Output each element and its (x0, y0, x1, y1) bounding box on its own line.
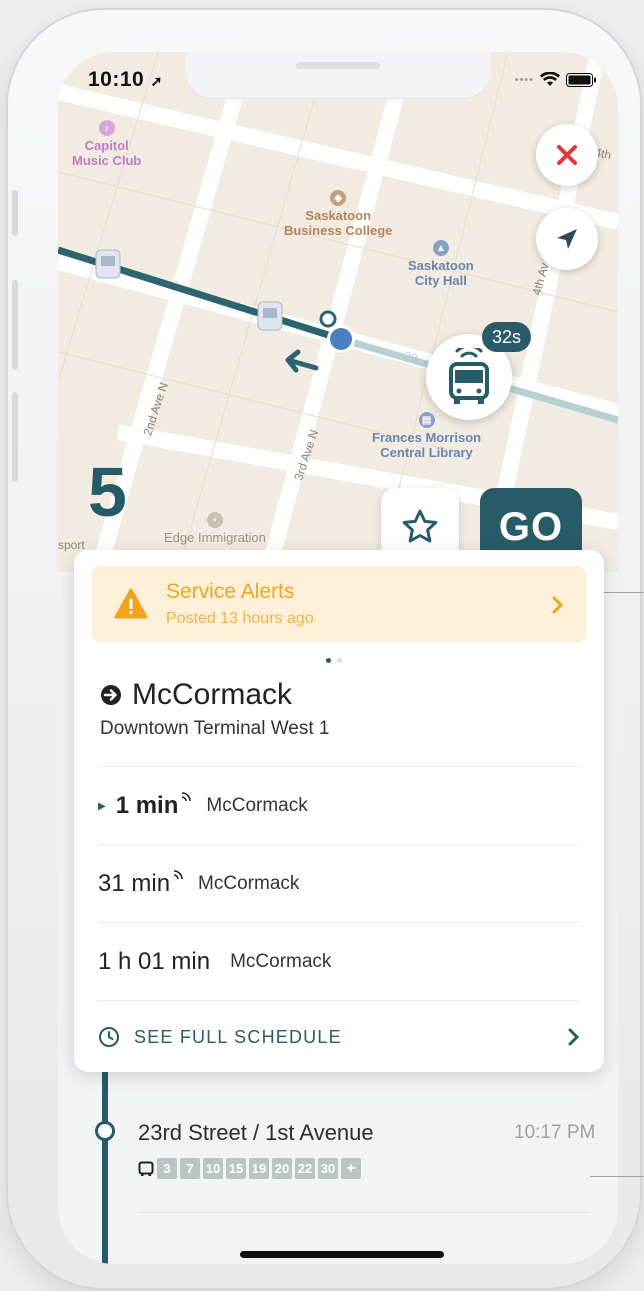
phone-frame: 10:10 ➚ •••• ♪ Capitol Music Club ◆ Sask… (8, 10, 640, 1288)
poi-city-hall[interactable]: ▲ Saskatoon City Hall (408, 240, 474, 288)
route-chip[interactable]: 30 (318, 1158, 338, 1179)
poi-label-partial: sport (58, 538, 85, 552)
mute-switch (12, 190, 18, 236)
route-number: 5 (88, 453, 127, 531)
clock-icon (99, 1027, 119, 1047)
signal-icon: •••• (514, 73, 534, 86)
poi-label: Capitol Music Club (72, 138, 142, 168)
poi-edge-immigration[interactable]: • Edge Immigration (164, 512, 266, 545)
close-icon (557, 145, 577, 165)
alert-timestamp: Posted 13 hours ago (166, 610, 314, 627)
battery-icon (566, 72, 596, 87)
departure-destination: McCormack (206, 795, 308, 816)
map-view[interactable]: ♪ Capitol Music Club ◆ Saskatoon Busines… (58, 52, 618, 572)
see-full-schedule-link[interactable]: SEE FULL SCHEDULE (98, 1000, 580, 1073)
bus-icon (138, 1161, 154, 1176)
status-time-text: 10:10 (88, 68, 145, 91)
location-arrow-icon: ➚ (150, 73, 163, 89)
chevron-right-icon (552, 596, 564, 614)
book-icon: ▤ (418, 412, 435, 428)
volume-up-button (12, 280, 18, 370)
speaker (296, 62, 380, 69)
place-icon: • (206, 512, 223, 528)
wifi-icon (540, 72, 560, 86)
status-icons: •••• (515, 72, 596, 87)
alert-title: Service Alerts (166, 580, 295, 603)
stop-routes: 3 7 10 15 19 20 22 30 + (138, 1158, 361, 1179)
warning-icon (114, 588, 148, 619)
departure-row[interactable]: ▶ 1 min McCormack (98, 766, 580, 845)
service-alerts-banner[interactable]: Service Alerts Posted 13 hours ago (92, 566, 586, 642)
status-time: 10:10 ➚ (88, 68, 163, 92)
notch (186, 52, 490, 98)
close-button[interactable] (536, 124, 598, 186)
volume-down-button (12, 392, 18, 482)
departure-row[interactable]: 31 min McCormack (98, 844, 580, 923)
departure-destination: McCormack (198, 873, 300, 894)
chevron-right-icon (568, 1028, 580, 1046)
route-chip[interactable]: 3 (157, 1158, 177, 1179)
transit-stop-icon (95, 249, 121, 279)
divider (138, 1212, 590, 1213)
city-hall-icon: ▲ (432, 240, 449, 256)
route-chip[interactable]: 15 (226, 1158, 246, 1179)
departure-time: 1 min (115, 792, 179, 819)
poi-business-college[interactable]: ◆ Saskatoon Business College (284, 190, 392, 238)
annotation-line (590, 1176, 644, 1177)
page-dot-active (326, 658, 331, 663)
locate-me-button[interactable] (536, 208, 598, 270)
departure-destination: McCormack (230, 951, 332, 972)
stop-title[interactable]: 23rd Street / 1st Avenue (138, 1120, 374, 1146)
realtime-bus-icon (449, 348, 489, 404)
poi-label: Saskatoon City Hall (408, 258, 474, 288)
departures-card: Service Alerts Posted 13 hours ago McCor… (74, 550, 604, 1072)
route-chip[interactable]: 10 (203, 1158, 223, 1179)
route-chip[interactable]: 7 (180, 1158, 200, 1179)
realtime-icon (173, 870, 183, 880)
poi-label: Edge Immigration (164, 530, 266, 545)
poi-label: Frances Morrison Central Library (372, 430, 482, 460)
departure-row[interactable]: 1 h 01 min McCormack (98, 922, 580, 1001)
direction-arrow-icon (101, 685, 121, 705)
stop-arrival-time: 10:17 PM (514, 1122, 596, 1143)
screen: 10:10 ➚ •••• ♪ Capitol Music Club ◆ Sask… (58, 52, 618, 1264)
route-chip[interactable]: 22 (295, 1158, 315, 1179)
page-indicator[interactable] (326, 658, 342, 663)
navigation-arrow-icon (557, 229, 577, 249)
poi-label: Saskatoon Business College (284, 208, 393, 238)
education-icon: ◆ (330, 190, 347, 206)
home-indicator[interactable] (240, 1251, 444, 1258)
next-departure-marker-icon: ▶ (98, 800, 106, 812)
route-chip[interactable]: 20 (272, 1158, 292, 1179)
stop-name: Downtown Terminal West 1 (100, 718, 330, 739)
route-chip[interactable]: 19 (249, 1158, 269, 1179)
direction-heading: McCormack (100, 678, 292, 712)
departure-time: 1 h 01 min (98, 948, 211, 975)
page-dot (337, 658, 342, 663)
schedule-label: SEE FULL SCHEDULE (134, 1026, 342, 1047)
departure-time: 31 min (98, 870, 171, 897)
realtime-icon (182, 792, 192, 802)
stop-marker (95, 1121, 115, 1141)
transit-stop-icon (257, 301, 283, 331)
more-routes-chip[interactable]: + (341, 1158, 361, 1179)
star-icon (402, 509, 438, 543)
destination-name: McCormack (132, 678, 293, 711)
bus-eta-badge: 32s (482, 322, 532, 352)
music-note-icon: ♪ (98, 120, 115, 136)
poi-capitol-music-club[interactable]: ♪ Capitol Music Club (72, 120, 141, 168)
route-line (102, 1062, 108, 1264)
